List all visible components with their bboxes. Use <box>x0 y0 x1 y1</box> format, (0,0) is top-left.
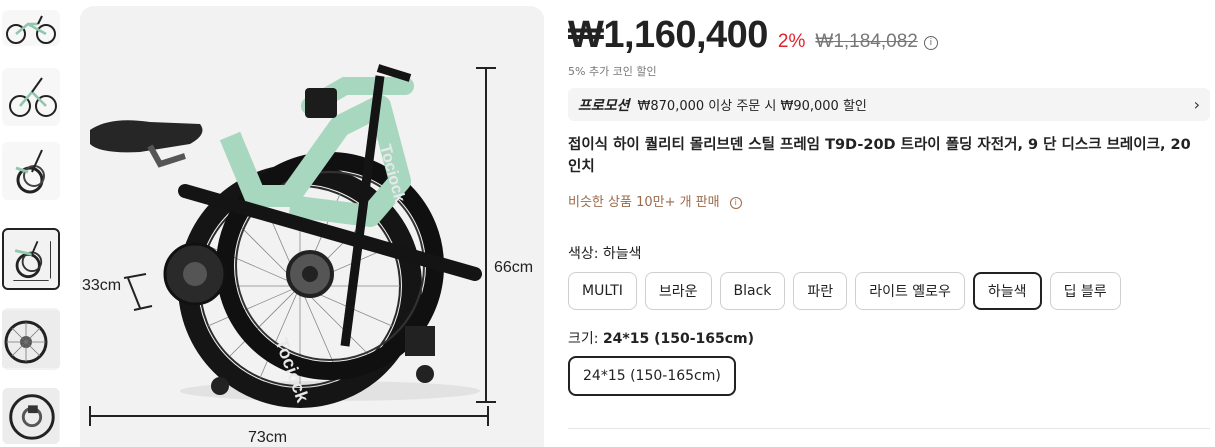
promotion-text: ₩870,000 이상 주문 시 ₩90,000 할인 <box>637 99 867 114</box>
similar-info-icon: i <box>729 197 742 209</box>
thumbnail-1[interactable] <box>2 10 60 46</box>
thumb-wheel-detail-image <box>2 310 60 368</box>
price-info-icon[interactable]: i <box>923 36 938 50</box>
thumb-bike-dimensions-image <box>4 232 58 286</box>
thumbnail-5[interactable] <box>2 308 60 370</box>
color-label: 색상: 하늘색 <box>568 246 642 262</box>
similar-sold-note[interactable]: 비슷한 상품 10만+ 개 판매 i <box>568 191 742 210</box>
main-product-image[interactable]: Tociock Tociock 66cm 73cm 33cm <box>80 6 544 447</box>
product-title: 접이식 하이 퀄리티 몰리브덴 스틸 프레임 T9D-20D 트라이 폴딩 자전… <box>568 137 1191 175</box>
color-option-deep-blue[interactable]: 딥 블루 <box>1049 272 1121 310</box>
thumbnail-2[interactable] <box>2 68 60 126</box>
size-label: 크기: 24*15 (150-165cm) <box>568 328 754 348</box>
section-divider <box>568 428 1210 429</box>
size-label-value: 24*15 (150-165cm) <box>602 331 755 347</box>
dimension-depth-label: 33cm <box>82 277 121 294</box>
color-option-black[interactable]: Black <box>719 272 786 310</box>
chevron-right-icon: › <box>1193 95 1200 114</box>
thumbnail-6[interactable] <box>2 388 60 444</box>
thumb-bike-folding-image <box>2 68 60 126</box>
original-price: ₩1,184,082 <box>815 31 918 52</box>
color-option-blue[interactable]: 파란 <box>793 272 848 310</box>
discount-percent: 2% <box>777 31 806 52</box>
thumbnail-3[interactable] <box>2 142 60 200</box>
color-option-multi[interactable]: MULTI <box>568 272 637 310</box>
size-options: 24*15 (150-165cm) <box>568 356 744 396</box>
color-options: MULTI 브라운 Black 파란 라이트 옐로우 하늘색 딥 블루 <box>568 272 1129 310</box>
thumb-bike-unfolded-image <box>2 10 60 46</box>
thumbnail-strip <box>0 0 64 447</box>
thumbnail-4-selected[interactable] <box>2 228 60 290</box>
folded-bike-illustration: Tociock Tociock 66cm 73cm 33cm <box>80 6 544 447</box>
color-option-light-yellow[interactable]: 라이트 옐로우 <box>855 272 965 310</box>
dimension-width-label: 73cm <box>248 429 287 446</box>
thumb-bike-folded-image <box>2 142 60 200</box>
current-price: ₩1,160,400 <box>568 14 768 56</box>
color-option-sky-blue-selected[interactable]: 하늘색 <box>972 272 1042 310</box>
dimension-height-label: 66cm <box>494 259 533 276</box>
price-row: ₩1,160,400 2% ₩1,184,082 i <box>568 14 938 66</box>
size-option-24x15-selected[interactable]: 24*15 (150-165cm) <box>568 356 736 396</box>
size-label-prefix: 크기: <box>568 331 603 347</box>
thumb-brake-detail-image <box>3 388 59 444</box>
promotion-banner[interactable]: 프로모션 ₩870,000 이상 주문 시 ₩90,000 할인 › <box>568 88 1210 121</box>
promotion-tag: 프로모션 <box>578 97 630 114</box>
coin-discount-note: 5% 추가 코인 할인 <box>568 65 657 78</box>
color-option-brown[interactable]: 브라운 <box>644 272 712 310</box>
similar-sold-text: 비슷한 상품 10만+ 개 판매 <box>568 195 720 210</box>
